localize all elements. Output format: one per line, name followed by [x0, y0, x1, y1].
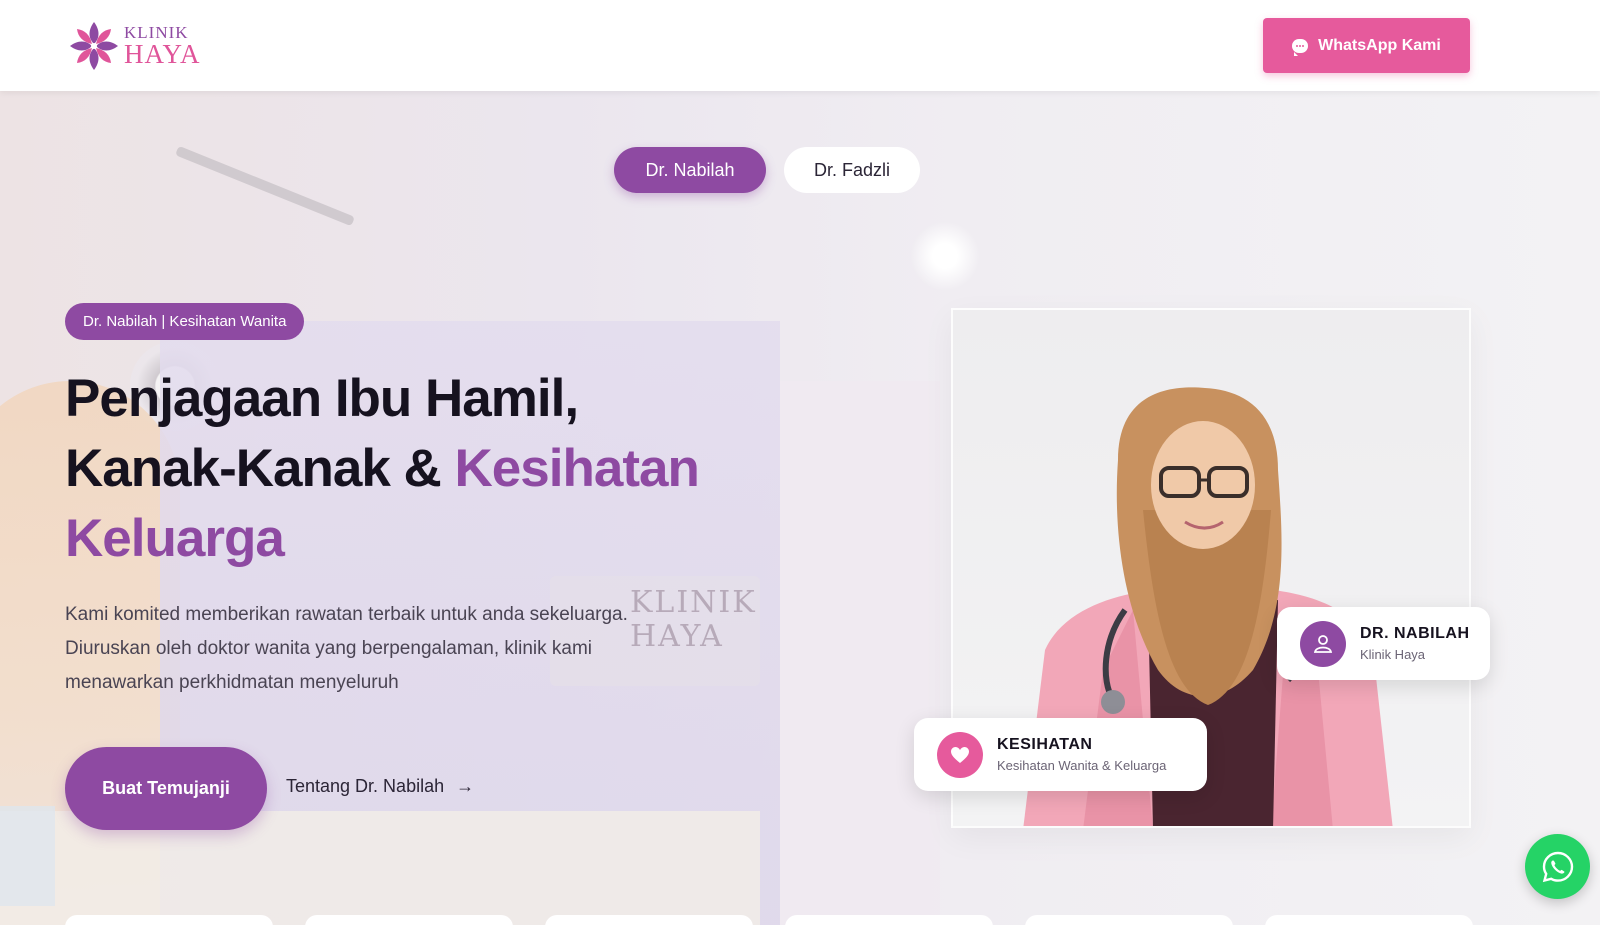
headline-accent-1: Kesihatan	[454, 439, 700, 498]
about-doctor-link-label: Tentang Dr. Nabilah	[286, 776, 445, 796]
doctor-name: DR. NABILAH	[1360, 625, 1470, 642]
logo-line2: HAYA	[124, 39, 201, 69]
side-wall	[780, 381, 940, 925]
flower-logo-icon	[70, 22, 118, 70]
service-card[interactable]	[1025, 915, 1233, 925]
tab-dr-fadzli[interactable]: Dr. Fadzli	[784, 147, 920, 193]
whatsapp-header-button[interactable]: WhatsApp Kami	[1263, 18, 1470, 73]
service-card[interactable]	[305, 915, 513, 925]
headline-accent-2: Keluarga	[65, 509, 285, 568]
ceiling-light	[910, 221, 980, 291]
logo-wordmark: KLINIK HAYA	[124, 24, 201, 68]
whatsapp-icon	[1542, 851, 1573, 882]
headline-line1: Penjagaan Ibu Hamil,	[65, 369, 579, 428]
specialty-card: KESIHATAN Kesihatan Wanita & Keluarga	[914, 718, 1207, 791]
monitor	[0, 806, 55, 906]
service-cards-row	[65, 915, 1473, 925]
hero-description: Kami komited memberikan rawatan terbaik …	[65, 604, 628, 693]
hero-headline: Penjagaan Ibu Hamil, Kanak-Kanak & Kesih…	[65, 364, 785, 574]
clinic-logo[interactable]: KLINIK HAYA	[68, 20, 208, 72]
site-header: KLINIK HAYA WhatsApp Kami	[0, 0, 1600, 91]
service-card[interactable]	[1265, 915, 1473, 925]
service-card[interactable]	[65, 915, 273, 925]
whatsapp-button-label: WhatsApp Kami	[1318, 36, 1441, 54]
about-doctor-link[interactable]: Tentang Dr. Nabilah →	[286, 776, 474, 797]
chat-bubble-icon	[1292, 38, 1309, 56]
service-card[interactable]	[785, 915, 993, 925]
heart-icon-circle	[937, 731, 983, 778]
book-appointment-button[interactable]: Buat Temujanji	[65, 747, 267, 830]
doctor-name-card: DR. NABILAH Klinik Haya	[1277, 607, 1490, 680]
ceiling-rod	[175, 145, 355, 227]
floating-whatsapp-button[interactable]	[1525, 834, 1590, 899]
specialty-subtitle: Kesihatan Wanita & Keluarga	[997, 758, 1167, 773]
doctor-icon	[1300, 620, 1346, 667]
arrow-right-icon: →	[456, 776, 475, 796]
heart-icon	[951, 746, 969, 763]
tab-dr-nabilah[interactable]: Dr. Nabilah	[614, 147, 766, 193]
doctor-clinic: Klinik Haya	[1360, 647, 1426, 662]
specialty-title: KESIHATAN	[997, 736, 1093, 753]
service-card[interactable]	[545, 915, 753, 925]
doctor-tabs: Dr. Nabilah Dr. Fadzli	[614, 147, 920, 193]
hero-badge: Dr. Nabilah | Kesihatan Wanita	[65, 303, 305, 340]
headline-line2: Kanak-Kanak &	[65, 439, 455, 498]
user-doctor-icon	[1313, 634, 1333, 653]
